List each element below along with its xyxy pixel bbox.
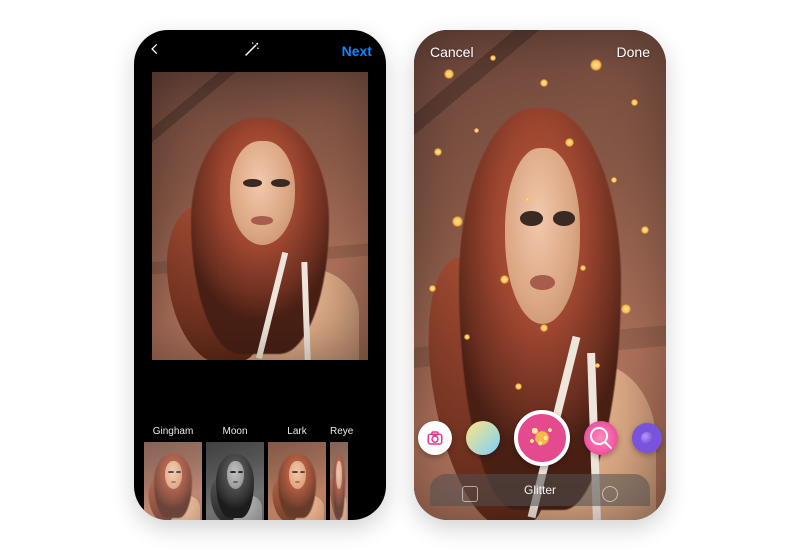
- filter-option-moon[interactable]: Moon: [206, 426, 264, 520]
- effect-option-prism[interactable]: [466, 421, 500, 455]
- effect-label-bar[interactable]: Glitter: [430, 474, 650, 506]
- filter-label: Gingham: [144, 426, 202, 438]
- filter-option-lark[interactable]: Lark: [268, 426, 326, 520]
- photo-preview-area: [134, 72, 386, 410]
- effect-option-orb[interactable]: [632, 423, 662, 453]
- next-button[interactable]: Next: [342, 43, 372, 59]
- editor-topbar: Next: [134, 30, 386, 72]
- filter-editor-screen: Next Gingham Moon: [134, 30, 386, 520]
- photo-preview[interactable]: [152, 72, 368, 360]
- back-icon[interactable]: [148, 42, 162, 61]
- cancel-button[interactable]: Cancel: [430, 44, 474, 60]
- filter-option-gingham[interactable]: Gingham: [144, 426, 202, 520]
- filter-label: Reye: [330, 426, 348, 438]
- capture-button[interactable]: [514, 410, 570, 466]
- effect-carousel[interactable]: [414, 410, 666, 466]
- filter-option-reyes[interactable]: Reye: [330, 426, 348, 520]
- selected-effect-label: Glitter: [524, 483, 556, 497]
- done-button[interactable]: Done: [617, 44, 650, 60]
- camera-effect-screen: Cancel Done Glitter: [414, 30, 666, 520]
- camera-topbar: Cancel Done: [414, 44, 666, 60]
- effect-option-search[interactable]: [584, 421, 618, 455]
- magic-wand-icon[interactable]: [243, 40, 261, 63]
- filter-label: Moon: [206, 426, 264, 438]
- filter-label: Lark: [268, 426, 326, 438]
- camera-icon[interactable]: [418, 421, 452, 455]
- filter-strip[interactable]: Gingham Moon Lark Reye: [134, 410, 386, 520]
